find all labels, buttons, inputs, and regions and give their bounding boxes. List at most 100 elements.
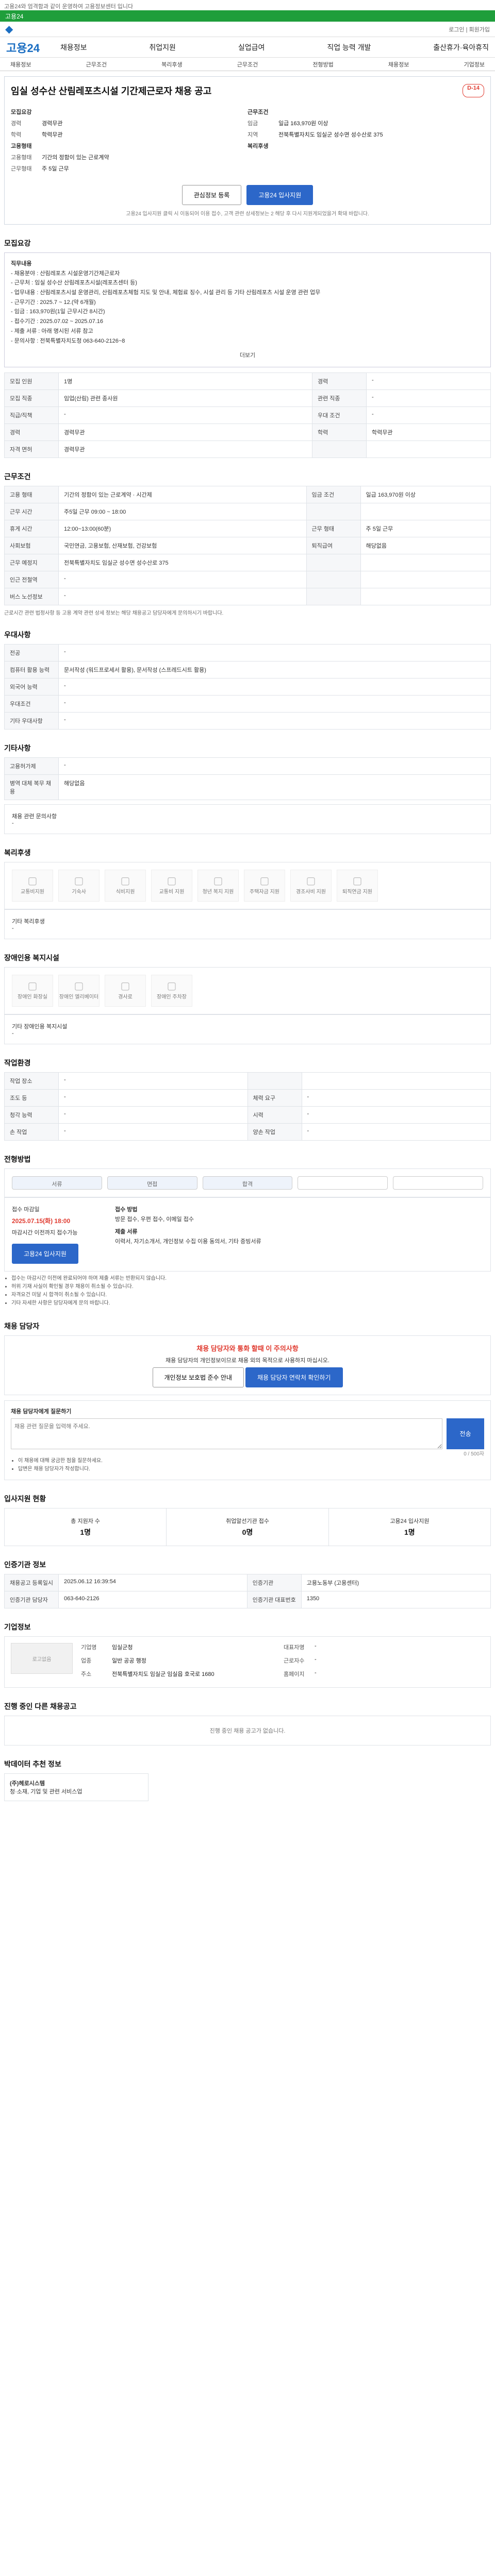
cell-value: [360, 587, 491, 605]
table-row: 인근 전철역 -: [4, 570, 491, 588]
welfare-etc: 기타 복리후생 -: [4, 909, 491, 939]
kv-value: 전북특별자치도 임실군 성수면 성수산로 375: [278, 132, 383, 138]
stat-item: 총 지원자 수 1명: [5, 1508, 167, 1546]
benefit-icon: ▢: [352, 875, 362, 887]
warn-title: 채용 담당자와 통화 할때 이 주의사항: [196, 1344, 299, 1352]
benefit-label: 교통비지원: [21, 889, 44, 895]
gnb-right-links[interactable]: 로그인 | 회원가입: [449, 25, 490, 33]
section-tab[interactable]: 전형방법: [312, 60, 333, 69]
contact-title-text: 채용 담당자: [4, 1321, 40, 1330]
qa-input[interactable]: [11, 1418, 443, 1449]
stats-title-text: 입사지원 현황: [4, 1494, 46, 1503]
menu-item[interactable]: 채용정보: [60, 42, 87, 53]
cell-key: 학력: [312, 423, 367, 441]
benefit-icon: ▢: [259, 875, 270, 887]
qa-notes: 이 채용에 대해 궁금한 점을 질문하세요.답변은 채용 담당자가 작성합니다.: [11, 1457, 484, 1473]
selection-step: [393, 1176, 483, 1190]
cell-value: -: [58, 1123, 248, 1141]
stat-item: 취업알선기관 접수 0명: [167, 1508, 329, 1546]
kv-key: 기업명: [81, 1644, 97, 1651]
benefit-label: 경사로: [118, 994, 133, 1000]
contact-reveal-button[interactable]: 채용 담당자 연락처 확인하기: [245, 1367, 343, 1387]
disability-icons: ▢ 장애인 화장실 ▢ 장애인 엘리베이터 ▢ 경사로 ▢ 장애인 주차장: [4, 967, 491, 1014]
nearby-title-text: 박데이터 추천 정보: [4, 1759, 61, 1768]
menu-item[interactable]: 직업 능력 개발: [327, 42, 371, 53]
company-card[interactable]: (주)헤로시스템 청·소재, 기업 및 관련 서비스업: [4, 1773, 148, 1801]
benefit-item: ▢ 기숙사: [58, 869, 100, 902]
cell-key: [306, 553, 361, 571]
gnb-logo[interactable]: ◆: [5, 23, 13, 36]
section-tab[interactable]: 채용정보: [10, 60, 31, 69]
kv-key: 경력: [11, 121, 22, 127]
duty-line: - 접수기간 : 2025.07.02 ~ 2025.07.16: [11, 318, 104, 325]
table-row: 사회보험 국민연금, 고용보험, 산재보험, 건강보험 퇴직급여 해당없음: [4, 536, 491, 554]
other-title-text: 기타사항: [4, 743, 31, 752]
cell-key: 관련 직종: [312, 389, 367, 407]
cell-value: 주5일 근무 09:00 ~ 18:00: [58, 502, 307, 520]
note-item: 허위 기재 사실이 확인될 경우 채용이 취소될 수 있습니다.: [11, 1283, 491, 1291]
menu-item[interactable]: 취업지원: [149, 42, 176, 53]
warn-text: 채용 담당자의 개인정보이므로 채용 외의 목적으로 사용하지 마십시오.: [166, 1357, 329, 1364]
inst-table: 채용공고 등록일시 2025.06.12 16:39:54 인증기관 고용노동부 (고…: [4, 1573, 491, 1608]
section-tab[interactable]: 근무조건: [237, 60, 258, 69]
workenv-title-text: 작업환경: [4, 1058, 31, 1067]
cell-key: 고용허가제: [4, 757, 59, 775]
table-row: 작업 장소 -: [4, 1072, 491, 1090]
cell-key: 경력: [312, 372, 367, 390]
benefit-item: ▢ 식비지원: [105, 869, 146, 902]
menu-item[interactable]: 출산휴가·육아휴직: [433, 42, 489, 53]
disability-title: 장애인용 복지시설: [4, 953, 491, 963]
cell-key: 컴퓨터 활용 능력: [4, 660, 59, 679]
qa-box: 채용 담당자에게 질문하기 전송 0 / 500자 이 채용에 대해 궁금한 점…: [4, 1400, 491, 1480]
header-kv: 근무형태 주 5일 근무: [11, 164, 248, 173]
section-tab[interactable]: 채용정보: [388, 60, 409, 69]
cell-key: 모집 인원: [4, 372, 59, 390]
cell-key: 근무 예정지: [4, 553, 59, 571]
company-field: 대표자명 -: [284, 1643, 484, 1651]
scrap-button[interactable]: 관심정보 등록: [182, 185, 242, 205]
menu-item[interactable]: 실업급여: [238, 42, 265, 53]
cell-value: -: [58, 406, 312, 424]
qa-send-button[interactable]: 전송: [447, 1418, 484, 1449]
selection-notes: 접수는 마감시간 이전에 완료되어야 하며 제출 서류는 반환되지 않습니다.허…: [4, 1275, 491, 1308]
other-note-value: -: [12, 820, 14, 826]
global-nav: ◆ 로그인 | 회원가입: [0, 22, 495, 37]
benefit-icon: ▢: [120, 875, 130, 887]
table-row: 외국어 능력 -: [4, 677, 491, 696]
company-field: 근로자수 -: [284, 1656, 484, 1665]
kv-value: 전북특별자치도 임실군 임실읍 호국로 1680: [112, 1671, 214, 1677]
welfare-etc-value: -: [12, 925, 14, 931]
section-tab[interactable]: 근무조건: [86, 60, 107, 69]
more-button[interactable]: 더보기: [11, 351, 484, 361]
cell-key: 우대조건: [4, 694, 59, 713]
header-kv: 경력 경력무관: [11, 119, 248, 127]
section-tab[interactable]: 기업정보: [464, 60, 484, 69]
note-item: 답변은 채용 담당자가 작성합니다.: [18, 1465, 484, 1473]
table-row: 버스 노선정보 -: [4, 587, 491, 605]
disability-title-text: 장애인용 복지시설: [4, 953, 59, 962]
others-title: 진행 중인 다른 채용공고: [4, 1701, 491, 1711]
cell-key: 근무 형태: [306, 519, 361, 537]
table-row: 자격 면허 경력무관: [4, 440, 491, 458]
cell-value: -: [58, 643, 491, 662]
privacy-button[interactable]: 개인정보 보호법 준수 안내: [152, 1367, 244, 1387]
stat-label: 총 지원자 수: [71, 1518, 101, 1524]
cell-value: 전북특별자치도 임실군 성수면 성수산로 375: [58, 553, 307, 571]
benefit-label: 경조사비 지원: [296, 889, 326, 895]
cell-value: 경력무관: [58, 423, 312, 441]
duty-line: - 제출 서류 : 아래 명시된 서류 참고: [11, 328, 93, 334]
disability-etc-value: -: [12, 1030, 14, 1037]
cell-key: 전공: [4, 643, 59, 662]
disability-etc: 기타 장애인용 복지시설 -: [4, 1014, 491, 1044]
contact-title: 채용 담당자: [4, 1321, 491, 1331]
work-title-text: 근무조건: [4, 472, 31, 481]
apply-button-2[interactable]: 고용24 입사지원: [12, 1243, 78, 1264]
apply-button[interactable]: 고용24 입사지원: [246, 185, 314, 205]
cell-key: 채용공고 등록일시: [4, 1573, 59, 1591]
cell-key: 인근 전철역: [4, 570, 59, 588]
inst-title: 인증기관 정보: [4, 1560, 491, 1570]
cell-value: -: [301, 1089, 491, 1107]
brand-logo[interactable]: 고용24: [6, 39, 40, 56]
cell-value: 문서작성 (워드프로세서 활용), 문서작성 (스프레드시트 활용): [58, 660, 491, 679]
section-tab[interactable]: 복리후생: [161, 60, 182, 69]
